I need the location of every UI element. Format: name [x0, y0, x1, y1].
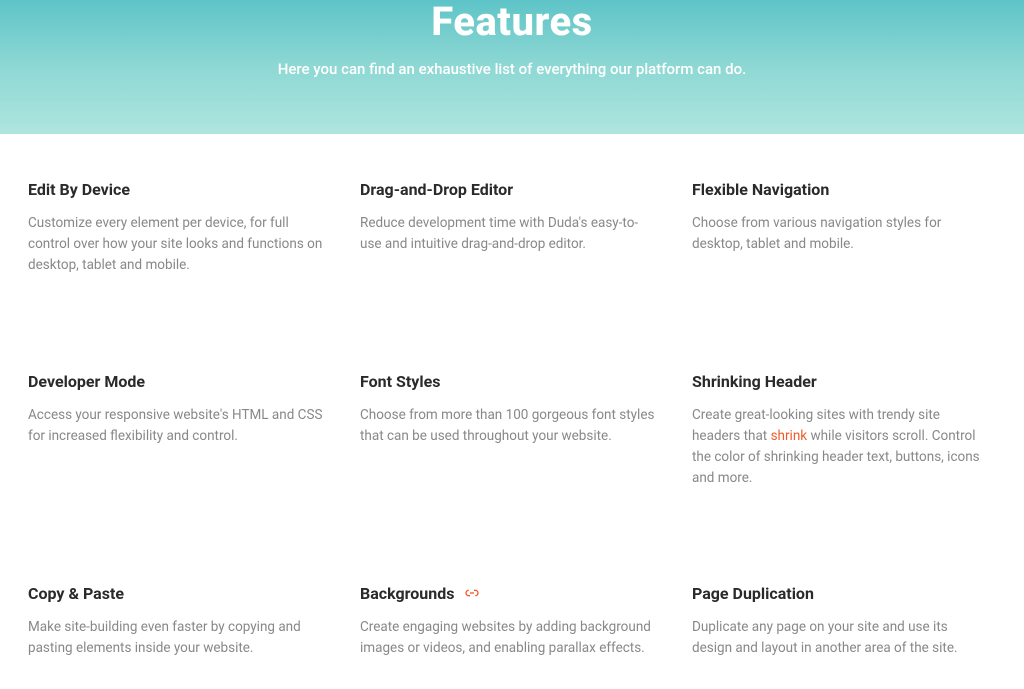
- feature-developer-mode: Developer Mode Access your responsive we…: [28, 372, 332, 489]
- feature-flexible-navigation: Flexible Navigation Choose from various …: [692, 180, 996, 276]
- feature-page-duplication: Page Duplication Duplicate any page on y…: [692, 584, 996, 659]
- feature-desc: Create engaging websites by adding backg…: [360, 617, 656, 659]
- feature-shrinking-header: Shrinking Header Create great-looking si…: [692, 372, 996, 489]
- shrink-link[interactable]: shrink: [771, 428, 808, 444]
- feature-title: Flexible Navigation: [692, 180, 988, 199]
- feature-title: Drag-and-Drop Editor: [360, 180, 656, 199]
- link-icon: [464, 587, 480, 603]
- feature-title-text: Backgrounds: [360, 584, 454, 603]
- feature-desc: Make site-building even faster by copyin…: [28, 617, 324, 659]
- features-grid: Edit By Device Customize every element p…: [0, 134, 1024, 689]
- feature-backgrounds: Backgrounds Create engaging websites by …: [360, 584, 664, 659]
- feature-desc: Create great-looking sites with trendy s…: [692, 405, 988, 489]
- page-subtitle: Here you can find an exhaustive list of …: [20, 60, 1004, 78]
- feature-title: Backgrounds: [360, 584, 656, 603]
- feature-title: Copy & Paste: [28, 584, 324, 603]
- feature-edit-by-device: Edit By Device Customize every element p…: [28, 180, 332, 276]
- feature-desc: Reduce development time with Duda's easy…: [360, 213, 656, 255]
- feature-desc: Choose from various navigation styles fo…: [692, 213, 988, 255]
- feature-copy-and-paste: Copy & Paste Make site-building even fas…: [28, 584, 332, 659]
- feature-desc: Access your responsive website's HTML an…: [28, 405, 324, 447]
- hero-section: Features Here you can find an exhaustive…: [0, 0, 1024, 134]
- feature-desc: Customize every element per device, for …: [28, 213, 324, 276]
- feature-title: Developer Mode: [28, 372, 324, 391]
- page-title: Features: [20, 0, 1004, 44]
- feature-title: Edit By Device: [28, 180, 324, 199]
- feature-font-styles: Font Styles Choose from more than 100 go…: [360, 372, 664, 489]
- feature-title: Page Duplication: [692, 584, 988, 603]
- feature-desc: Duplicate any page on your site and use …: [692, 617, 988, 659]
- feature-desc: Choose from more than 100 gorgeous font …: [360, 405, 656, 447]
- feature-title: Font Styles: [360, 372, 656, 391]
- feature-title: Shrinking Header: [692, 372, 988, 391]
- feature-drag-and-drop-editor: Drag-and-Drop Editor Reduce development …: [360, 180, 664, 276]
